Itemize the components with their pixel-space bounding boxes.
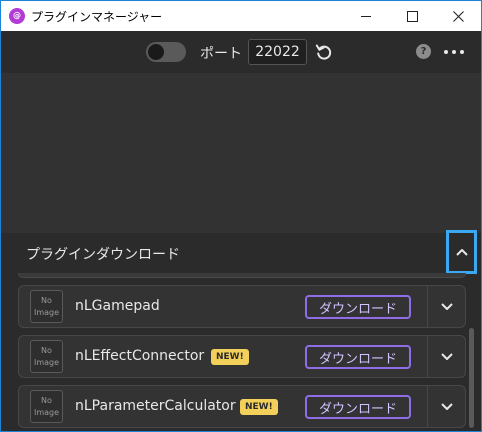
chevron-down-icon: [440, 302, 453, 310]
chevron-up-icon: [455, 249, 468, 256]
app-icon-glyph: @: [13, 11, 21, 20]
plugin-thumbnail: No Image: [30, 340, 63, 373]
download-button[interactable]: ダウンロード: [305, 395, 411, 419]
no-image-text: Image: [33, 357, 60, 367]
help-glyph: ?: [420, 46, 427, 57]
refresh-icon[interactable]: [315, 43, 333, 61]
chevron-down-icon: [440, 352, 453, 360]
plugin-card: No Image nLGamepad ダウンロード: [18, 285, 466, 328]
section-title: プラグインダウンロード: [26, 247, 180, 263]
installed-plugins-panel: [1, 73, 481, 233]
plugin-name: nLEffectConnector: [75, 348, 205, 364]
close-icon: [452, 10, 464, 22]
plugin-thumbnail: No Image: [30, 290, 63, 323]
toggle-knob: [148, 44, 164, 60]
title-bar: @ プラグインマネージャー: [1, 1, 481, 31]
close-button[interactable]: [435, 1, 481, 31]
no-image-text: Image: [33, 307, 60, 317]
no-image-text: No: [41, 295, 52, 305]
maximize-button[interactable]: [389, 1, 435, 31]
plugin-card: No Image nLEffectConnector NEW! ダウンロード: [18, 335, 466, 378]
new-badge: NEW!: [240, 399, 278, 415]
expand-plugin-button[interactable]: [428, 386, 465, 427]
expand-plugin-button[interactable]: [428, 336, 465, 377]
collapse-section-button[interactable]: [446, 230, 477, 274]
new-badge: NEW!: [211, 349, 249, 365]
download-section-header: プラグインダウンロード: [1, 233, 481, 273]
more-options-icon[interactable]: [444, 43, 464, 61]
plugin-list: No Image nLGamepad ダウンロード No Image nLEff…: [1, 273, 481, 431]
port-input[interactable]: [248, 39, 307, 65]
download-button[interactable]: ダウンロード: [305, 345, 411, 369]
plugin-name: nLParameterCalculator: [75, 398, 236, 414]
plugin-name: nLGamepad: [75, 298, 160, 314]
minimize-button[interactable]: [343, 1, 389, 31]
plugin-thumbnail: No Image: [30, 390, 63, 423]
no-image-text: Image: [33, 407, 60, 417]
plugin-card-partial: [18, 273, 466, 278]
help-icon[interactable]: ?: [416, 44, 431, 59]
no-image-text: No: [41, 395, 52, 405]
download-button[interactable]: ダウンロード: [305, 295, 411, 319]
toolbar: ポート ?: [1, 31, 481, 73]
no-image-text: No: [41, 345, 52, 355]
plugin-manager-window: @ プラグインマネージャー ポート ? プラグイン: [0, 0, 482, 432]
plugin-card: No Image nLParameterCalculator NEW! ダウンロ…: [18, 385, 466, 428]
chevron-down-icon: [440, 402, 453, 410]
window-title: プラグインマネージャー: [31, 10, 163, 24]
list-scrollbar[interactable]: [469, 328, 474, 428]
app-icon: @: [9, 8, 25, 24]
expand-plugin-button[interactable]: [428, 286, 465, 327]
server-toggle[interactable]: [146, 42, 186, 62]
port-label: ポート: [200, 46, 242, 62]
